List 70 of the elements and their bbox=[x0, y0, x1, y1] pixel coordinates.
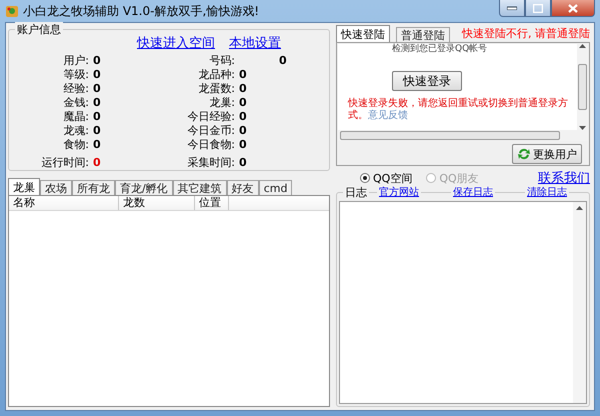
maximize-icon bbox=[533, 4, 543, 12]
radio-option[interactable]: QQ空间 bbox=[360, 170, 412, 186]
field-label: 食物: bbox=[62, 138, 89, 152]
contact-link[interactable]: 联系我们 bbox=[538, 169, 590, 187]
field-label: 号码: bbox=[208, 54, 235, 68]
link[interactable]: 清除日志 bbox=[525, 185, 569, 199]
column-header[interactable]: 位置 bbox=[195, 196, 229, 210]
tab[interactable]: 所有龙 bbox=[72, 180, 115, 195]
field-label: 用户: bbox=[62, 54, 89, 68]
tab[interactable]: 快速登陆 bbox=[336, 25, 390, 42]
field-value: 0 bbox=[238, 124, 248, 138]
close-icon bbox=[568, 4, 578, 12]
link[interactable]: 快速进入空间 bbox=[137, 34, 215, 52]
tab[interactable]: 好友 bbox=[226, 180, 259, 195]
tab[interactable]: cmd bbox=[258, 180, 292, 195]
field-label: 采集时间: bbox=[186, 156, 235, 170]
field-value: 0 bbox=[92, 138, 101, 152]
tab[interactable]: 普通登陆 bbox=[396, 27, 450, 42]
field-value: 0 bbox=[238, 96, 248, 110]
field-label: 经验: bbox=[62, 82, 89, 96]
field-value: 0 bbox=[92, 82, 101, 96]
status-text: 检测到您已登录QQ帐号 bbox=[391, 44, 488, 55]
close-button[interactable] bbox=[551, 0, 595, 17]
field-label: 金钱: bbox=[62, 96, 89, 110]
minimize-button[interactable] bbox=[499, 0, 525, 17]
field-label: 今日经验: bbox=[186, 110, 235, 124]
tab[interactable]: 育龙/孵化 bbox=[115, 180, 173, 195]
error-message: 快速登录失败，请您返回重试或切换到普通登录方式。意见反馈 bbox=[348, 98, 569, 122]
field-label: 运行时间: bbox=[40, 156, 89, 170]
field-label: 等级: bbox=[62, 68, 89, 82]
notice-text: 快速登陆不行, 请普通登陆 bbox=[462, 26, 590, 41]
vertical-scrollbar[interactable] bbox=[577, 44, 588, 130]
field-value: 0 bbox=[92, 124, 101, 138]
field-value: 0 bbox=[238, 138, 248, 152]
column-header[interactable]: 龙数 bbox=[119, 196, 195, 210]
field-label: 龙品种: bbox=[197, 68, 235, 82]
refresh-icon bbox=[517, 147, 531, 161]
field-value: 0 bbox=[238, 68, 248, 82]
field-value: 0 bbox=[238, 156, 248, 170]
field-value: 0 bbox=[92, 54, 101, 68]
field-label: 龙蛋数: bbox=[197, 82, 235, 96]
field-label: 魔晶: bbox=[62, 110, 89, 124]
field-value: 0 bbox=[238, 110, 248, 124]
field-value: 0 bbox=[92, 110, 101, 124]
tab[interactable]: 龙巢 bbox=[8, 178, 40, 195]
maximize-button[interactable] bbox=[525, 0, 551, 17]
switch-user-button[interactable]: 更换用户 bbox=[512, 144, 582, 164]
quick-login-button[interactable]: 快速登录 bbox=[392, 71, 462, 91]
group-title: 日志 bbox=[343, 185, 369, 200]
field-label: 龙魂: bbox=[62, 124, 89, 138]
field-value: 0 bbox=[92, 68, 101, 82]
link[interactable]: 本地设置 bbox=[229, 34, 281, 52]
window-title: 小白龙之牧场辅助 V1.0-解放双手,愉快游戏! bbox=[23, 2, 260, 20]
column-header[interactable]: 名称 bbox=[9, 196, 119, 210]
scroll-up-icon[interactable] bbox=[579, 44, 586, 48]
field-label: 今日食物: bbox=[186, 138, 235, 152]
field-value: 0 bbox=[238, 82, 248, 96]
field-value: 0 bbox=[92, 96, 101, 110]
field-label: 龙巢: bbox=[208, 96, 235, 110]
tab[interactable]: 农场 bbox=[40, 180, 72, 195]
field-value: 0 bbox=[92, 156, 101, 170]
group-title: 账户信息 bbox=[15, 22, 63, 37]
minimize-icon bbox=[507, 6, 517, 10]
app-logo-icon bbox=[5, 4, 19, 18]
scroll-up-icon[interactable] bbox=[576, 206, 583, 210]
field-label: 今日金币: bbox=[186, 124, 235, 138]
field-value: 0 bbox=[278, 54, 288, 68]
link[interactable]: 官方网站 bbox=[377, 185, 421, 199]
tab[interactable]: 其它建筑 bbox=[172, 180, 227, 195]
link[interactable]: 保存日志 bbox=[451, 185, 495, 199]
